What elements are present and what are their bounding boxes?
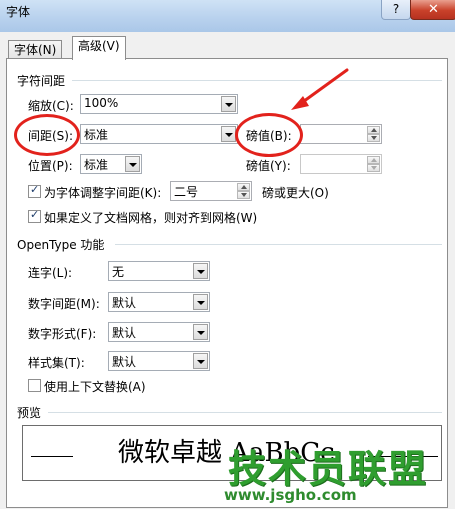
annotation-arrow [291,68,349,110]
watermark-logo-text: 技术员联盟 [228,447,429,491]
tab-advanced[interactable]: 高级(V) [72,36,126,60]
watermark-url: www.jsgho.com [224,486,357,504]
